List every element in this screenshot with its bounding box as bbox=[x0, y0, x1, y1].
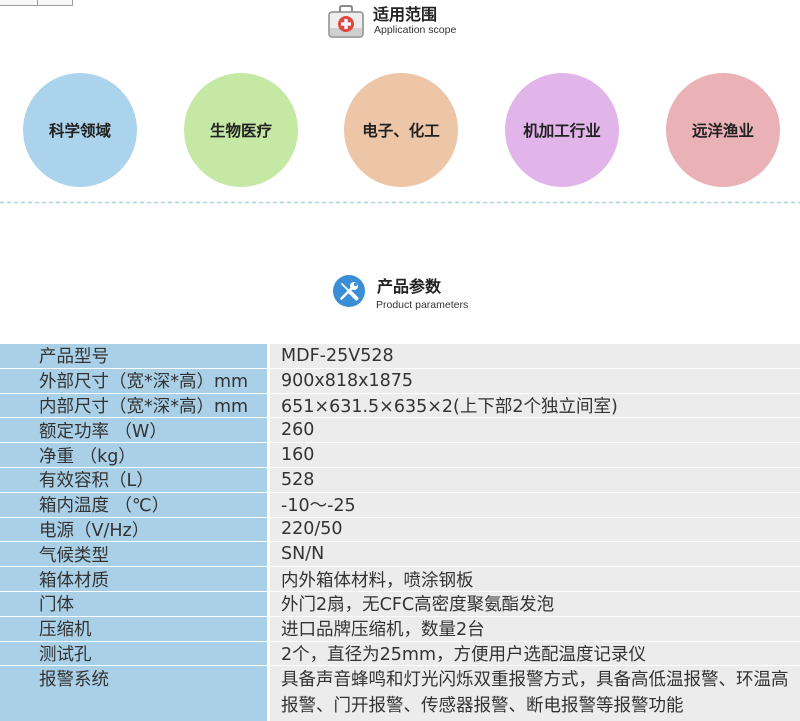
param-row: 产品型号 MDF-25V528 bbox=[0, 344, 800, 369]
param-label: 有效容积（L） bbox=[0, 467, 267, 492]
section-divider bbox=[0, 201, 800, 204]
param-row: 报警系统 具备声音蜂鸣和灯光闪烁双重报警方式，具备高低温报警、环温高报警、门开报… bbox=[0, 666, 800, 721]
param-value: -10～-25 bbox=[270, 492, 800, 517]
tools-icon bbox=[333, 275, 365, 307]
scope-label: 机加工行业 bbox=[523, 122, 601, 140]
param-value: SN/N bbox=[270, 542, 800, 567]
param-value: 外门2扇，无CFC高密度聚氨酯发泡 bbox=[270, 591, 800, 616]
param-value: 进口品牌压缩机，数量2台 bbox=[270, 616, 800, 641]
parameters-title: 产品参数 bbox=[377, 277, 442, 296]
param-label: 产品型号 bbox=[0, 344, 267, 368]
param-row: 箱内温度 （℃） -10～-25 bbox=[0, 492, 800, 518]
param-label: 气候类型 bbox=[0, 542, 267, 567]
param-label: 测试孔 bbox=[0, 641, 267, 666]
param-label: 箱内温度 （℃） bbox=[0, 492, 267, 517]
param-row: 内部尺寸（宽*深*高）mm 651×631.5×635×2(上下部2个独立间室) bbox=[0, 393, 800, 419]
param-value: 651×631.5×635×2(上下部2个独立间室) bbox=[270, 393, 800, 418]
param-row: 箱体材质 内外箱体材料，喷涂钢板 bbox=[0, 567, 800, 592]
param-row: 净重 （kg） 160 bbox=[0, 443, 800, 468]
param-label: 报警系统 bbox=[0, 666, 267, 721]
param-label: 净重 （kg） bbox=[0, 443, 267, 467]
fragment-divider bbox=[37, 0, 38, 5]
scope-circle-science: 科学领域 bbox=[23, 73, 137, 187]
scope-label: 电子、化工 bbox=[362, 122, 440, 140]
param-value: 内外箱体材料，喷涂钢板 bbox=[270, 567, 800, 591]
scope-circle-ocean-fishery: 远洋渔业 bbox=[666, 73, 780, 187]
param-row: 额定功率 （W） 260 bbox=[0, 418, 800, 444]
param-row: 有效容积（L） 528 bbox=[0, 467, 800, 493]
param-value: 160 bbox=[270, 443, 800, 467]
param-value: 528 bbox=[270, 467, 800, 492]
param-value: 220/50 bbox=[270, 517, 800, 542]
param-row: 外部尺寸（宽*深*高）mm 900x818x1875 bbox=[0, 368, 800, 394]
param-label: 电源（V/Hz） bbox=[0, 517, 267, 542]
param-row: 气候类型 SN/N bbox=[0, 542, 800, 568]
param-value: 具备声音蜂鸣和灯光闪烁双重报警方式，具备高低温报警、环温高报警、门开报警、传感器… bbox=[270, 666, 800, 721]
param-row: 门体 外门2扇，无CFC高密度聚氨酯发泡 bbox=[0, 591, 800, 617]
first-aid-kit-icon bbox=[328, 5, 364, 38]
param-value: 900x818x1875 bbox=[270, 368, 800, 393]
scope-label: 科学领域 bbox=[48, 122, 111, 140]
param-label: 外部尺寸（宽*深*高）mm bbox=[0, 368, 267, 393]
param-value: 2个，直径为25mm，方便用户选配温度记录仪 bbox=[270, 641, 800, 666]
scope-label: 远洋渔业 bbox=[691, 122, 754, 140]
param-label: 内部尺寸（宽*深*高）mm bbox=[0, 393, 267, 418]
scope-circle-electronics-chemical: 电子、化工 bbox=[344, 73, 458, 187]
scope-title: 适用范围 bbox=[373, 5, 438, 24]
parameters-table: 产品型号 MDF-25V528 外部尺寸（宽*深*高）mm 900x818x18… bbox=[0, 344, 800, 721]
parameters-subtitle: Product parameters bbox=[376, 299, 469, 311]
param-row: 压缩机 进口品牌压缩机，数量2台 bbox=[0, 616, 800, 642]
scope-label: 生物医疗 bbox=[209, 122, 272, 140]
param-label: 箱体材质 bbox=[0, 567, 267, 591]
param-value: 260 bbox=[270, 418, 800, 443]
param-label: 压缩机 bbox=[0, 616, 267, 641]
scope-circle-biomedical: 生物医疗 bbox=[184, 73, 298, 187]
param-value: MDF-25V528 bbox=[270, 344, 800, 368]
param-label: 额定功率 （W） bbox=[0, 418, 267, 443]
scope-subtitle: Application scope bbox=[374, 24, 457, 36]
scope-circle-machining: 机加工行业 bbox=[505, 73, 619, 187]
param-label: 门体 bbox=[0, 591, 267, 616]
param-row: 电源（V/Hz） 220/50 bbox=[0, 517, 800, 543]
cropped-box-fragment bbox=[0, 0, 73, 6]
param-row: 测试孔 2个，直径为25mm，方便用户选配温度记录仪 bbox=[0, 641, 800, 667]
